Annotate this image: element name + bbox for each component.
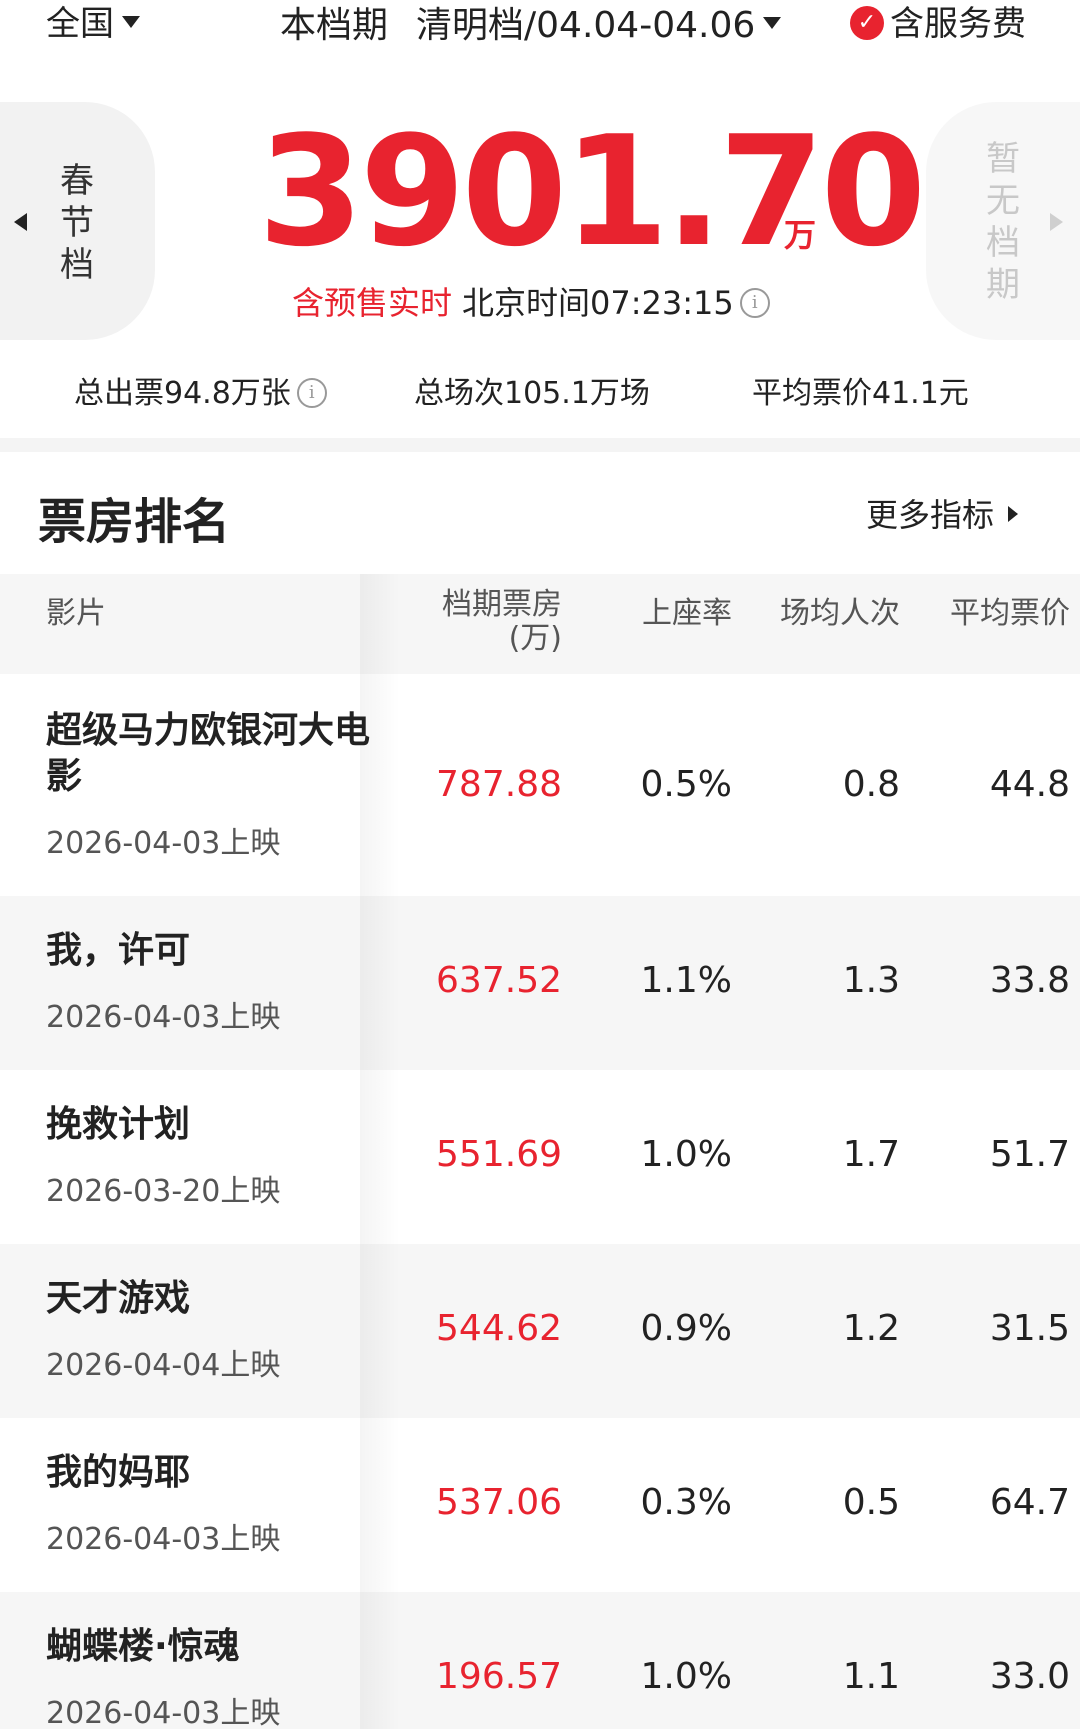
more-metrics-link[interactable]: 更多指标 — [866, 490, 1019, 536]
film-title: 我的妈耶 — [46, 1452, 191, 1493]
release-date: 2026-04-04上映 — [46, 1348, 281, 1383]
prev-period-label: 春节档 — [60, 161, 94, 285]
realtime-label: 含预售实时 — [292, 284, 453, 322]
film-title: 挽救计划 — [46, 1104, 191, 1145]
column-header-avg-viewers[interactable]: 场均人次 — [780, 588, 900, 632]
period-label: 本档期 — [280, 5, 389, 46]
seat-rate-value: 0.3% — [640, 1482, 732, 1523]
arrow-right-icon — [1050, 213, 1063, 231]
avg-viewers-value: 1.3 — [842, 960, 900, 1001]
caret-down-icon — [122, 15, 140, 28]
table-row[interactable]: 天才游戏 2026-04-04上映 544.62 0.9% 1.2 31.5 — [0, 1244, 1080, 1418]
ranking-title: 票房排名 — [38, 494, 231, 550]
release-date: 2026-04-03上映 — [46, 826, 281, 861]
table-row[interactable]: 挽救计划 2026-03-20上映 551.69 1.0% 1.7 51.7 — [0, 1070, 1080, 1244]
release-date: 2026-04-03上映 — [46, 1696, 281, 1731]
total-box-office-unit: 万 — [784, 216, 817, 254]
film-title: 我，许可 — [46, 930, 191, 971]
film-title: 蝴蝶楼·惊魂 — [46, 1626, 240, 1667]
arrow-right-icon — [1008, 506, 1019, 522]
box-office-value: 787.88 — [436, 764, 562, 805]
box-office-value: 551.69 — [436, 1134, 562, 1175]
total-tickets-text: 总出票94.8万张 — [74, 376, 291, 411]
prev-period-button[interactable]: 春节档 — [0, 102, 155, 340]
check-circle-icon: ✓ — [850, 5, 884, 40]
period-value: 清明档/04.04-04.06 — [416, 5, 756, 46]
total-tickets-stat: 总出票94.8万张 i — [74, 368, 327, 412]
avg-price-value: 33.8 — [989, 960, 1070, 1001]
release-date: 2026-04-03上映 — [46, 1522, 281, 1557]
section-divider — [0, 438, 1080, 452]
period-selector[interactable]: 本档期 清明档/04.04-04.06 — [280, 0, 782, 48]
avg-price-value: 64.7 — [989, 1482, 1070, 1523]
seat-rate-value: 1.0% — [640, 1134, 732, 1175]
avg-viewers-value: 1.2 — [842, 1308, 900, 1349]
frozen-column-shadow — [360, 574, 400, 1729]
avg-price-value: 33.0 — [989, 1656, 1070, 1697]
more-metrics-label: 更多指标 — [866, 496, 995, 534]
avg-price-stat: 平均票价41.1元 — [752, 376, 969, 411]
column-header-box-office-unit: (万) — [508, 621, 562, 656]
region-selector[interactable]: 全国 — [46, 0, 140, 45]
release-date: 2026-03-20上映 — [46, 1174, 281, 1209]
table-row[interactable]: 蝴蝶楼·惊魂 2026-04-03上映 196.57 1.0% 1.1 33.0 — [0, 1592, 1080, 1731]
column-header-film: 影片 — [46, 596, 106, 631]
release-date: 2026-04-03上映 — [46, 1000, 281, 1035]
avg-viewers-value: 1.7 — [842, 1134, 900, 1175]
total-shows-stat: 总场次105.1万场 — [414, 376, 650, 411]
box-office-value: 544.62 — [436, 1308, 562, 1349]
box-office-value: 196.57 — [436, 1656, 562, 1697]
avg-price-value: 31.5 — [989, 1308, 1070, 1349]
realtime-line: 含预售实时 北京时间07:23:15 i — [292, 278, 770, 324]
table-header: 影片 档期票房 (万) 上座率 场均人次 平均票价 — [0, 574, 1080, 674]
table-row[interactable]: 我的妈耶 2026-04-03上映 537.06 0.3% 0.5 64.7 — [0, 1418, 1080, 1592]
avg-price-value: 44.8 — [989, 764, 1070, 805]
table-row[interactable]: 超级马力欧银河大电影 2026-04-03上映 787.88 0.5% 0.8 … — [0, 674, 1080, 896]
region-label: 全国 — [46, 4, 114, 44]
seat-rate-value: 0.5% — [640, 764, 732, 805]
column-header-box-office[interactable]: 档期票房 (万) — [442, 588, 562, 656]
box-office-value: 537.06 — [436, 1482, 562, 1523]
avg-viewers-value: 0.8 — [842, 764, 900, 805]
table-row[interactable]: 我，许可 2026-04-03上映 637.52 1.1% 1.3 33.8 — [0, 896, 1080, 1070]
info-icon[interactable]: i — [739, 288, 770, 318]
filter-bar: 全国 本档期 清明档/04.04-04.06 ✓ 含服务费 — [0, 0, 1080, 60]
avg-viewers-value: 0.5 — [842, 1482, 900, 1523]
film-title: 天才游戏 — [46, 1278, 191, 1319]
service-fee-toggle[interactable]: ✓ 含服务费 — [850, 0, 1026, 45]
column-header-avg-price[interactable]: 平均票价 — [950, 588, 1070, 632]
caret-down-icon — [763, 17, 782, 29]
arrow-left-icon — [14, 213, 27, 231]
next-period-button[interactable]: 暂无档期 — [926, 102, 1080, 340]
total-box-office: 3901.70 — [258, 103, 926, 280]
column-header-seat-rate[interactable]: 上座率 — [642, 588, 732, 632]
next-period-label: 暂无档期 — [986, 139, 1020, 305]
summary-stats: 总出票94.8万张 i 总场次105.1万场 平均票价41.1元 — [0, 368, 1080, 418]
seat-rate-value: 0.9% — [640, 1308, 732, 1349]
seat-rate-value: 1.0% — [640, 1656, 732, 1697]
column-header-box-office-label: 档期票房 — [442, 587, 562, 622]
box-office-value: 637.52 — [436, 960, 562, 1001]
avg-price-value: 51.7 — [989, 1134, 1070, 1175]
seat-rate-value: 1.1% — [640, 960, 732, 1001]
service-fee-label: 含服务费 — [890, 4, 1026, 44]
avg-viewers-value: 1.1 — [842, 1656, 900, 1697]
film-title: 超级马力欧银河大电影 — [46, 710, 371, 797]
info-icon[interactable]: i — [296, 377, 327, 408]
beijing-time: 北京时间07:23:15 — [462, 284, 734, 322]
